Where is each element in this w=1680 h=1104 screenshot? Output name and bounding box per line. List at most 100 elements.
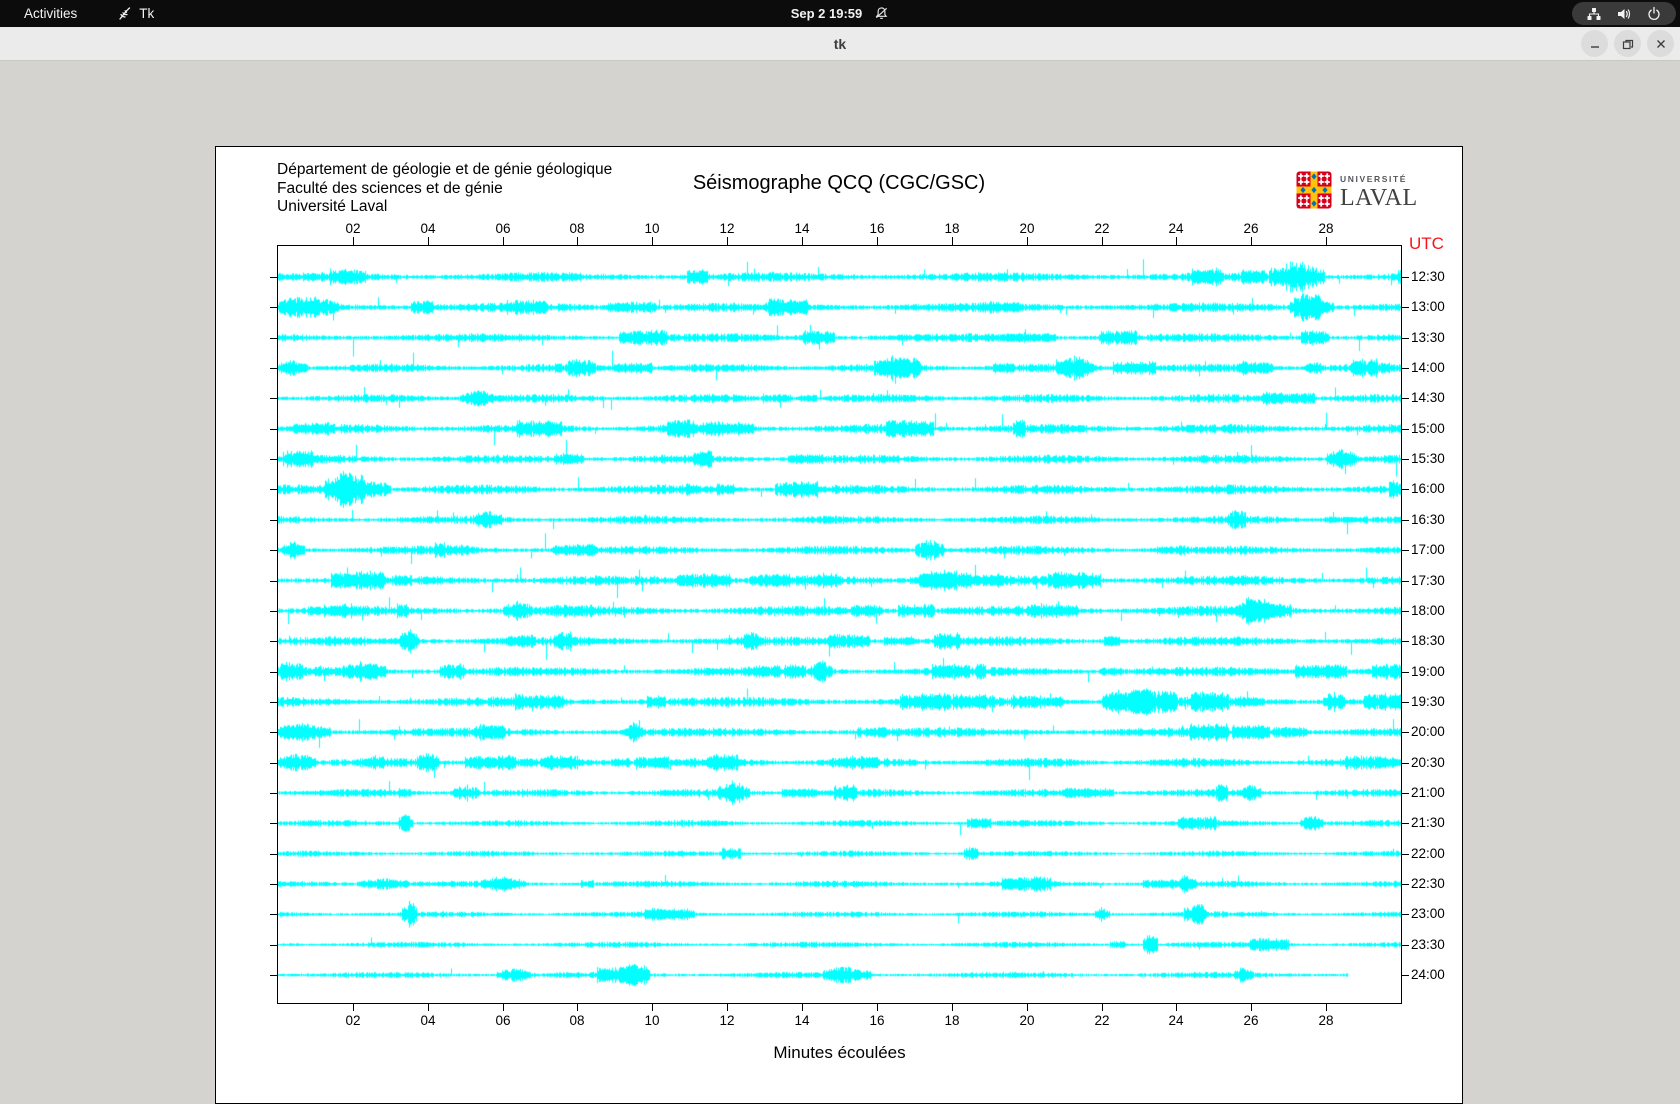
seismograph-canvas: Département de géologie et de génie géol… bbox=[215, 146, 1463, 1104]
trace-tick-left bbox=[270, 974, 278, 976]
x-tick-label-bottom: 22 bbox=[1094, 1013, 1110, 1028]
x-tick-mark-top bbox=[951, 237, 953, 245]
time-label: 17:30 bbox=[1411, 573, 1445, 588]
tk-feather-icon bbox=[117, 6, 132, 21]
x-tick-mark-bottom bbox=[427, 1003, 429, 1011]
time-label: 18:30 bbox=[1411, 633, 1445, 648]
trace-tick-left bbox=[270, 731, 278, 733]
x-tick-label-bottom: 08 bbox=[569, 1013, 585, 1028]
trace-tick-right bbox=[1401, 701, 1409, 703]
trace-tick-right bbox=[1401, 549, 1409, 551]
x-tick-mark-bottom bbox=[801, 1003, 803, 1011]
trace-tick-right bbox=[1401, 519, 1409, 521]
power-icon bbox=[1646, 6, 1662, 22]
volume-icon bbox=[1616, 6, 1632, 22]
x-tick-label-top: 20 bbox=[1019, 221, 1035, 236]
trace-tick-right bbox=[1401, 610, 1409, 612]
seismogram-traces bbox=[278, 246, 1401, 1003]
trace-tick-left bbox=[270, 488, 278, 490]
trace-tick-left bbox=[270, 519, 278, 521]
x-tick-mark-bottom bbox=[951, 1003, 953, 1011]
x-tick-label-bottom: 18 bbox=[944, 1013, 960, 1028]
trace-tick-right bbox=[1401, 397, 1409, 399]
time-label: 15:30 bbox=[1411, 451, 1445, 466]
helicorder-plot: UTC Minutes écoulées 02 02 04 04 06 06 08 08 10 1… bbox=[270, 221, 1445, 1062]
trace-tick-left bbox=[270, 762, 278, 764]
trace-tick-right bbox=[1401, 944, 1409, 946]
x-tick-mark-bottom bbox=[1175, 1003, 1177, 1011]
trace-tick-left bbox=[270, 610, 278, 612]
x-tick-mark-bottom bbox=[1325, 1003, 1327, 1011]
x-tick-mark-top bbox=[427, 237, 429, 245]
x-tick-label-bottom: 04 bbox=[420, 1013, 436, 1028]
x-tick-mark-top bbox=[651, 237, 653, 245]
restore-button[interactable] bbox=[1614, 30, 1641, 57]
x-tick-mark-bottom bbox=[1250, 1003, 1252, 1011]
trace-tick-left bbox=[270, 276, 278, 278]
trace-tick-left bbox=[270, 822, 278, 824]
time-label: 20:30 bbox=[1411, 755, 1445, 770]
x-tick-label-bottom: 02 bbox=[345, 1013, 361, 1028]
app-menu-button[interactable]: Tk bbox=[117, 6, 154, 21]
x-tick-mark-bottom bbox=[651, 1003, 653, 1011]
time-label: 13:00 bbox=[1411, 299, 1445, 314]
system-status-menu[interactable] bbox=[1572, 2, 1676, 25]
x-tick-label-top: 04 bbox=[420, 221, 436, 236]
x-tick-label-bottom: 16 bbox=[869, 1013, 885, 1028]
time-label: 16:30 bbox=[1411, 512, 1445, 527]
x-tick-mark-bottom bbox=[1026, 1003, 1028, 1011]
x-tick-mark-top bbox=[576, 237, 578, 245]
trace-tick-left bbox=[270, 913, 278, 915]
institution-line-3: Université Laval bbox=[277, 198, 388, 215]
logo-laval-text: LAVAL bbox=[1340, 184, 1418, 211]
trace-tick-left bbox=[270, 367, 278, 369]
x-tick-mark-top bbox=[1325, 237, 1327, 245]
time-label: 18:00 bbox=[1411, 603, 1445, 618]
minimize-button[interactable] bbox=[1581, 30, 1608, 57]
x-tick-label-bottom: 06 bbox=[495, 1013, 511, 1028]
trace-tick-left bbox=[270, 701, 278, 703]
close-button[interactable] bbox=[1647, 30, 1674, 57]
trace-tick-right bbox=[1401, 913, 1409, 915]
trace-tick-right bbox=[1401, 671, 1409, 673]
trace-tick-left bbox=[270, 549, 278, 551]
trace-tick-right bbox=[1401, 337, 1409, 339]
time-label: 23:30 bbox=[1411, 937, 1445, 952]
time-label: 19:30 bbox=[1411, 694, 1445, 709]
top-bar: Activities Tk Sep 2 19:59 bbox=[0, 0, 1680, 27]
time-label: 14:00 bbox=[1411, 360, 1445, 375]
time-label: 24:00 bbox=[1411, 967, 1445, 982]
time-label: 15:00 bbox=[1411, 421, 1445, 436]
activities-button[interactable]: Activities bbox=[18, 4, 83, 23]
time-label: 17:00 bbox=[1411, 542, 1445, 557]
time-label: 14:30 bbox=[1411, 390, 1445, 405]
x-tick-label-top: 06 bbox=[495, 221, 511, 236]
time-label: 16:00 bbox=[1411, 481, 1445, 496]
x-tick-label-bottom: 12 bbox=[719, 1013, 735, 1028]
trace-tick-right bbox=[1401, 276, 1409, 278]
window-title: tk bbox=[833, 36, 847, 52]
clock-button[interactable]: Sep 2 19:59 bbox=[791, 6, 863, 21]
trace-tick-right bbox=[1401, 853, 1409, 855]
trace-tick-left bbox=[270, 944, 278, 946]
window-title-bar[interactable]: tk bbox=[0, 27, 1680, 61]
trace-tick-right bbox=[1401, 640, 1409, 642]
time-label: 19:00 bbox=[1411, 664, 1445, 679]
trace-tick-left bbox=[270, 397, 278, 399]
time-label: 21:00 bbox=[1411, 785, 1445, 800]
x-tick-label-top: 18 bbox=[944, 221, 960, 236]
x-tick-label-bottom: 10 bbox=[644, 1013, 660, 1028]
trace-tick-left bbox=[270, 792, 278, 794]
trace-tick-right bbox=[1401, 792, 1409, 794]
time-label: 12:30 bbox=[1411, 269, 1445, 284]
trace-tick-right bbox=[1401, 580, 1409, 582]
x-tick-label-bottom: 14 bbox=[794, 1013, 810, 1028]
trace-tick-left bbox=[270, 306, 278, 308]
trace-tick-left bbox=[270, 883, 278, 885]
x-tick-label-top: 16 bbox=[869, 221, 885, 236]
x-tick-label-top: 28 bbox=[1318, 221, 1334, 236]
x-tick-mark-top bbox=[1101, 237, 1103, 245]
time-label: 22:30 bbox=[1411, 876, 1445, 891]
logo-universite-text: UNIVERSITÉ bbox=[1340, 174, 1408, 185]
x-tick-label-bottom: 26 bbox=[1243, 1013, 1259, 1028]
